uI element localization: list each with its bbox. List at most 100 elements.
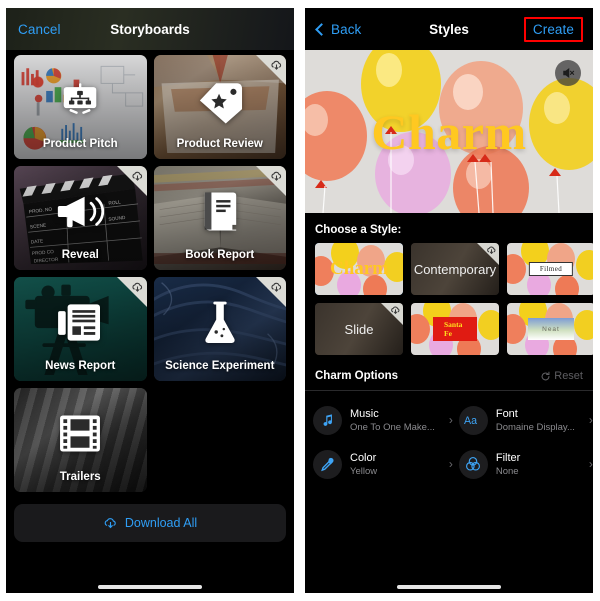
storyboard-tile-news-report[interactable]: News Report (14, 277, 147, 381)
chevron-right-icon: › (588, 413, 593, 427)
download-badge[interactable] (116, 277, 147, 307)
reset-label: Reset (554, 370, 583, 382)
reset-button[interactable]: Reset (540, 370, 583, 382)
option-filter[interactable]: Filter None › (458, 444, 593, 484)
tile-label: News Report (45, 360, 116, 372)
tag-star-icon (196, 77, 244, 128)
film-strip-icon (59, 414, 101, 457)
styles-navbar: Back Styles Create (305, 8, 593, 50)
option-text: Color Yellow (350, 451, 435, 478)
tile-label: Product Review (176, 138, 263, 150)
back-button[interactable]: Back (315, 21, 362, 37)
storyboard-tile-trailers[interactable]: Trailers (14, 388, 147, 492)
option-text: Music One To One Make... (350, 407, 435, 434)
svg-text:Aa: Aa (464, 415, 477, 427)
screenshot-root: Cancel Storyboards Product Pitch Product… (0, 0, 600, 601)
choose-style-label: Choose a Style: (315, 224, 402, 236)
download-badge[interactable] (256, 55, 286, 85)
thumb-title: Santa Fe (433, 317, 477, 341)
tile-label: Reveal (61, 249, 99, 261)
create-button-highlight: Create (523, 16, 583, 42)
cloud-download-icon (271, 60, 282, 70)
styles-screen: Back Styles Create Charm Choose a Style:… (305, 8, 593, 593)
style-thumb-slide[interactable]: Slide (315, 303, 403, 355)
home-indicator (98, 585, 202, 589)
text-aa-icon: Aa (458, 405, 488, 435)
cloud-download-icon (131, 282, 142, 292)
cloud-download-icon (391, 306, 400, 315)
style-thumb-neat[interactable]: Neat (507, 303, 593, 355)
speaker-mute-icon (563, 68, 575, 78)
book-icon (200, 189, 240, 238)
storyboard-tile-product-review[interactable]: Product Review (153, 55, 286, 159)
download-all-label: Download All (124, 516, 198, 530)
download-badge[interactable] (116, 166, 147, 196)
option-music[interactable]: Music One To One Make... › (313, 400, 453, 440)
style-thumb-santa-fe[interactable]: Santa Fe (411, 303, 499, 355)
cloud-download-icon (487, 246, 496, 255)
home-indicator (397, 585, 501, 589)
mute-button[interactable] (555, 60, 581, 86)
cloud-download-icon (131, 171, 142, 181)
tile-label: Trailers (59, 471, 101, 483)
tile-label: Book Report (185, 249, 255, 261)
option-title: Filter (495, 451, 521, 464)
option-value: Yellow (350, 465, 378, 477)
preview-style-title: Charm (371, 103, 527, 160)
chevron-right-icon: › (448, 457, 453, 471)
option-font[interactable]: Aa Font Domaine Display... › (458, 400, 593, 440)
cloud-download-icon (104, 517, 116, 528)
thumb-title: Filmed (528, 262, 574, 276)
style-thumb-charm[interactable]: Charm (315, 243, 403, 295)
tile-label: Science Experiment (165, 360, 275, 372)
thumb-title: Charm (329, 258, 389, 279)
download-badge[interactable] (477, 243, 499, 265)
style-row-2: Slide Santa Fe Neat (305, 303, 593, 355)
download-badge[interactable] (256, 277, 286, 307)
option-title: Color (350, 451, 377, 464)
chevron-right-icon: › (448, 413, 453, 427)
download-badge[interactable] (256, 166, 286, 196)
chevron-right-icon: › (588, 457, 593, 471)
megaphone-icon (56, 192, 105, 235)
presentation-chart-icon (57, 77, 103, 128)
options-title: Charm Options (315, 370, 399, 382)
download-all-button[interactable]: Download All (14, 504, 286, 542)
cancel-button[interactable]: Cancel (18, 22, 61, 37)
storyboards-screen: Cancel Storyboards Product Pitch Product… (6, 8, 294, 593)
grid-empty-cell (154, 388, 287, 492)
cloud-download-icon (271, 282, 282, 292)
cloud-download-icon (271, 171, 282, 181)
filter-circles-icon (458, 449, 488, 479)
option-value: Domaine Display... (495, 421, 575, 433)
music-note-icon (313, 405, 342, 435)
chevron-left-icon (315, 22, 328, 36)
flask-icon (201, 299, 239, 350)
eyedropper-icon (313, 449, 342, 479)
reset-arrow-icon (541, 371, 550, 380)
newspaper-icon (58, 302, 102, 347)
options-header: Charm Options Reset (305, 363, 593, 391)
storyboard-grid: Product Pitch Product Review Reveal Book… (6, 50, 294, 492)
tile-label: Product Pitch (42, 138, 118, 150)
download-badge[interactable] (381, 303, 403, 325)
storyboard-tile-book-report[interactable]: Book Report (153, 166, 286, 270)
option-title: Font (495, 407, 518, 420)
option-color[interactable]: Color Yellow › (313, 444, 453, 484)
style-thumb-contemporary[interactable]: Contemporary (411, 243, 499, 295)
style-preview[interactable]: Charm (305, 50, 593, 213)
style-thumb-filmed[interactable]: Filmed (507, 243, 593, 295)
storyboard-tile-science-experiment[interactable]: Science Experiment (153, 277, 286, 381)
charm-options-grid: Music One To One Make... › Aa Font Domai… (305, 391, 593, 484)
storyboards-navbar: Cancel Storyboards (6, 8, 294, 50)
option-title: Music (350, 407, 379, 420)
option-value: One To One Make... (350, 421, 435, 433)
storyboard-tile-product-pitch[interactable]: Product Pitch (14, 55, 147, 159)
option-text: Font Domaine Display... (496, 407, 575, 434)
create-button[interactable]: Create (533, 22, 574, 37)
thumb-title: Neat (528, 318, 574, 340)
storyboard-tile-reveal[interactable]: PROD. NO TAKE ROLL SCENE SOUND DATE PROD… (14, 166, 147, 270)
back-label: Back (331, 21, 362, 37)
option-value: None (495, 465, 519, 477)
style-row-1: Charm Contemporary Filmed (305, 243, 593, 295)
